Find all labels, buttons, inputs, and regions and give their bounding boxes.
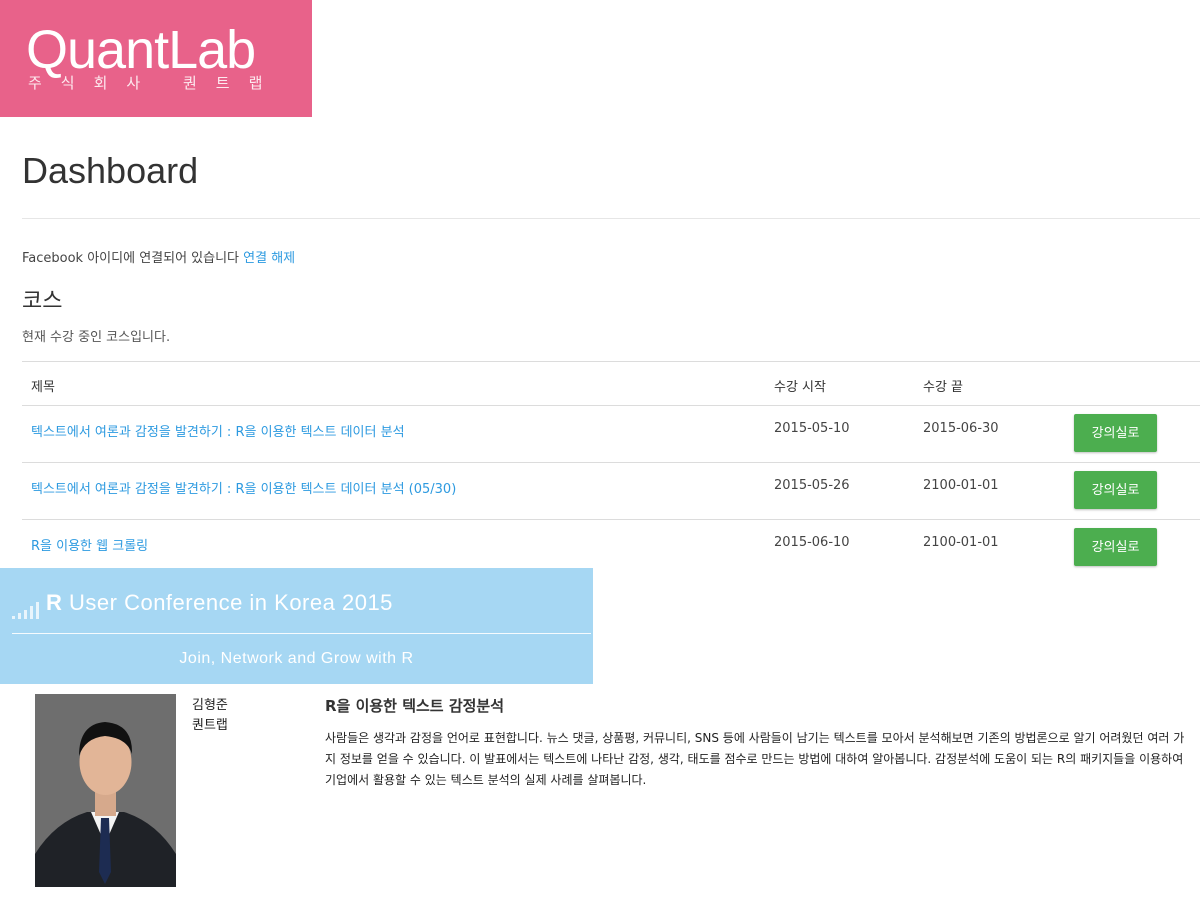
banner-title: R User Conference in Korea 2015 — [46, 590, 393, 616]
go-to-classroom-button[interactable]: 강의실로 — [1074, 471, 1157, 509]
logo-wordmark: QuantLab — [26, 20, 256, 80]
facebook-status: Facebook 아이디에 연결되어 있습니다 연결 해제 — [22, 247, 295, 266]
course-start-date: 2015-06-10 — [774, 535, 850, 550]
course-title-link[interactable]: 텍스트에서 여론과 감정을 발견하기 : R을 이용한 텍스트 데이터 분석 — [31, 421, 405, 440]
banner-title-rest: User Conference in Korea 2015 — [62, 590, 393, 615]
logo-subtitle: 주식회사 퀀트랩 — [28, 74, 282, 92]
column-header-start: 수강 시작 — [774, 380, 826, 395]
speaker-info: 김형준 퀀트랩 — [192, 696, 228, 736]
table-row: 텍스트에서 여론과 감정을 발견하기 : R을 이용한 텍스트 데이터 분석 (… — [22, 462, 1200, 519]
speaker-photo — [35, 694, 176, 887]
quantlab-logo[interactable]: QuantLab 주식회사 퀀트랩 — [0, 0, 312, 117]
talk-title: R을 이용한 텍스트 감정분석 — [325, 697, 505, 715]
course-start-date: 2015-05-10 — [774, 421, 850, 436]
course-end-date: 2100-01-01 — [923, 478, 999, 493]
column-header-end: 수강 끝 — [923, 380, 964, 395]
course-title-link[interactable]: R을 이용한 웹 크롤링 — [31, 535, 148, 554]
banner-title-r: R — [46, 590, 63, 615]
speaker-name: 김형준 — [192, 698, 228, 713]
column-header-title: 제목 — [31, 380, 55, 395]
course-title-link[interactable]: 텍스트에서 여론과 감정을 발견하기 : R을 이용한 텍스트 데이터 분석 (… — [31, 478, 456, 497]
go-to-classroom-button[interactable]: 강의실로 — [1074, 528, 1157, 566]
table-row: 텍스트에서 여론과 감정을 발견하기 : R을 이용한 텍스트 데이터 분석 2… — [22, 405, 1200, 462]
course-start-date: 2015-05-26 — [774, 478, 850, 493]
disconnect-link[interactable]: 연결 해제 — [243, 251, 295, 266]
course-end-date: 2100-01-01 — [923, 535, 999, 550]
page-title: Dashboard — [22, 150, 199, 191]
conference-banner: R User Conference in Korea 2015 Join, Ne… — [0, 568, 593, 684]
banner-subtitle: Join, Network and Grow with R — [179, 650, 414, 667]
courses-heading: 코스 — [22, 289, 63, 314]
facebook-status-text: Facebook 아이디에 연결되어 있습니다 — [22, 251, 244, 266]
courses-table: 제목 수강 시작 수강 끝 텍스트에서 여론과 감정을 발견하기 : R을 이용… — [22, 361, 1200, 576]
course-end-date: 2015-06-30 — [923, 421, 999, 436]
table-header-row: 제목 수강 시작 수강 끝 — [22, 361, 1200, 405]
courses-description: 현재 수강 중인 코스입니다. — [22, 330, 171, 345]
go-to-classroom-button[interactable]: 강의실로 — [1074, 414, 1157, 452]
signal-bars-icon — [12, 602, 39, 619]
banner-divider — [12, 633, 591, 634]
talk-description: 사람들은 생각과 감정을 언어로 표현합니다. 뉴스 댓글, 상품평, 커뮤니티… — [325, 731, 1185, 787]
speaker-org: 퀀트랩 — [192, 718, 228, 733]
divider — [22, 218, 1200, 219]
